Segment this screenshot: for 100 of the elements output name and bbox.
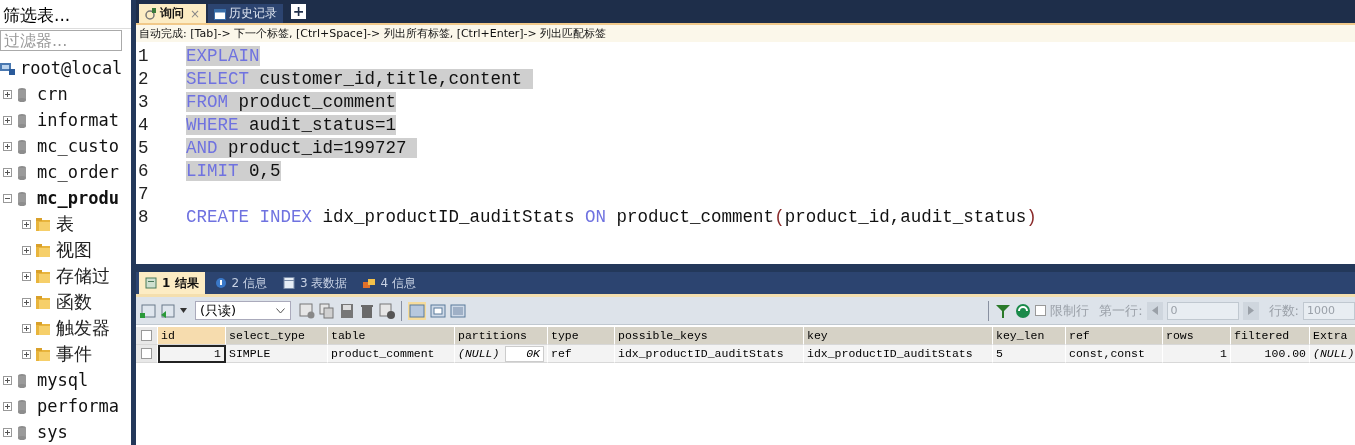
table-cell: idx_productID_auditStats — [615, 345, 804, 363]
tree-item[interactable]: mc_produ — [37, 188, 119, 208]
autocomplete-hint: 自动完成: [Tab]-> 下一个标签, [Ctrl+Space]-> 列出所有标签, [Ctrl+Enter]-> 列出匹配标签 — [136, 23, 1355, 42]
table-cell: const,const — [1066, 345, 1163, 363]
table-cell: (NULL) — [1310, 345, 1355, 363]
line-number: 7 — [137, 183, 150, 204]
tree-item[interactable]: mc_custo — [37, 136, 119, 156]
line-number: 1 — [137, 45, 150, 66]
folder-icon — [36, 216, 51, 232]
expand-icon[interactable] — [3, 115, 12, 125]
mode-dropdown[interactable]: (只读) — [195, 301, 291, 320]
line-number: 4 — [137, 114, 150, 135]
server-icon — [0, 60, 15, 76]
table-cell: 1 — [1163, 345, 1231, 363]
tree-item[interactable]: informat — [37, 110, 119, 130]
column-header[interactable]: key_len — [993, 327, 1066, 345]
line-number: 2 — [137, 68, 150, 89]
table-cell: ref — [548, 345, 615, 363]
result-tab[interactable]: 2 信息 — [208, 272, 273, 294]
tree-item[interactable]: mysql — [37, 370, 89, 390]
result-tab[interactable]: 3 表数据 — [277, 272, 354, 294]
tree-item[interactable]: 函数 — [56, 290, 92, 314]
cell-value: (NULL) — [458, 346, 500, 362]
limit-rows-label: 限制行 — [1050, 301, 1090, 320]
result-tab[interactable]: 1 结果 — [139, 272, 205, 294]
folder-icon — [36, 242, 51, 258]
table-cell: product_comment — [328, 345, 455, 363]
info-icon — [363, 277, 376, 289]
caret-icon — [276, 307, 285, 314]
result-icon — [145, 277, 157, 289]
editor-tab[interactable]: 历史记录 — [208, 4, 284, 23]
line-number: 6 — [137, 160, 150, 181]
code-line: CREATE INDEX idx_productID_auditStats ON product_comment(product_id,audit_status) — [186, 206, 1037, 227]
tree-item[interactable]: sys — [37, 422, 68, 442]
row-checkbox[interactable] — [141, 348, 152, 359]
folder-icon — [36, 346, 51, 362]
folder-icon — [36, 268, 51, 284]
calendar-icon — [214, 7, 227, 20]
column-header[interactable]: select_type — [226, 327, 328, 345]
duplicate-row-icon[interactable] — [319, 302, 335, 319]
column-header[interactable]: filtered — [1231, 327, 1310, 345]
tree-item[interactable]: 事件 — [56, 342, 92, 366]
inline-editor[interactable]: 0K — [505, 345, 544, 362]
expand-icon[interactable] — [22, 349, 31, 359]
tree-item[interactable]: 触发器 — [56, 316, 110, 340]
collapse-icon[interactable] — [3, 193, 12, 203]
select-all-checkbox[interactable] — [141, 330, 152, 341]
tree-item[interactable]: 存储过 — [56, 264, 110, 288]
tree-item[interactable]: crn — [37, 84, 68, 104]
column-header[interactable]: type — [548, 327, 615, 345]
folder-icon — [36, 320, 51, 336]
editor-tab[interactable]: 询问 × — [139, 4, 207, 23]
info-icon — [214, 277, 227, 289]
table-data-icon — [283, 277, 295, 289]
insert-row-icon[interactable] — [299, 302, 315, 319]
line-number: 5 — [137, 137, 150, 158]
row-count-label: 行数: — [1268, 301, 1299, 320]
expand-icon[interactable] — [3, 375, 12, 385]
delete-icon[interactable] — [359, 302, 375, 319]
expand-icon[interactable] — [22, 219, 31, 229]
tree-item[interactable]: 视图 — [56, 238, 92, 262]
refresh-icon[interactable] — [1015, 302, 1032, 319]
column-header[interactable]: possible_keys — [615, 327, 804, 345]
tree-item[interactable]: root@local — [20, 58, 123, 78]
filter-field[interactable]: 过滤器... — [0, 30, 122, 51]
table-cell: SIMPLE — [226, 345, 328, 363]
save-icon[interactable] — [339, 302, 355, 319]
expand-icon[interactable] — [3, 401, 12, 411]
result-tab[interactable]: 4 信息 — [357, 272, 422, 294]
column-header[interactable]: ref — [1066, 327, 1163, 345]
expand-icon[interactable] — [3, 427, 12, 437]
filter-icon[interactable] — [995, 302, 1012, 319]
form-view-icon[interactable] — [430, 302, 446, 319]
line-number: 3 — [137, 91, 150, 112]
cancel-icon[interactable] — [379, 302, 395, 319]
tree-item[interactable]: 表 — [56, 212, 74, 236]
add-tab-button[interactable]: + — [291, 4, 307, 19]
column-header[interactable]: partitions — [455, 327, 548, 345]
expand-icon[interactable] — [3, 89, 12, 99]
expand-icon[interactable] — [22, 323, 31, 333]
grid-add-icon[interactable] — [140, 302, 156, 319]
expand-icon[interactable] — [3, 141, 12, 151]
expand-icon[interactable] — [22, 297, 31, 307]
column-header[interactable]: key — [804, 327, 993, 345]
folder-icon — [36, 294, 51, 310]
tree-item[interactable]: mc_order — [37, 162, 119, 182]
expand-icon[interactable] — [22, 271, 31, 281]
line-number: 8 — [137, 206, 150, 227]
tree-item[interactable]: performa — [37, 396, 119, 416]
caret-icon[interactable] — [180, 308, 187, 313]
query-icon — [145, 7, 157, 20]
table-cell: 5 — [993, 345, 1066, 363]
table-cell: 100.00 — [1231, 345, 1310, 363]
column-header[interactable]: rows — [1163, 327, 1231, 345]
table-cell: idx_productID_auditStats — [804, 345, 993, 363]
column-header[interactable]: Extra — [1310, 327, 1355, 345]
expand-icon[interactable] — [22, 245, 31, 255]
expand-icon[interactable] — [3, 167, 12, 177]
column-header[interactable]: table — [328, 327, 455, 345]
column-header[interactable]: id — [158, 327, 226, 345]
